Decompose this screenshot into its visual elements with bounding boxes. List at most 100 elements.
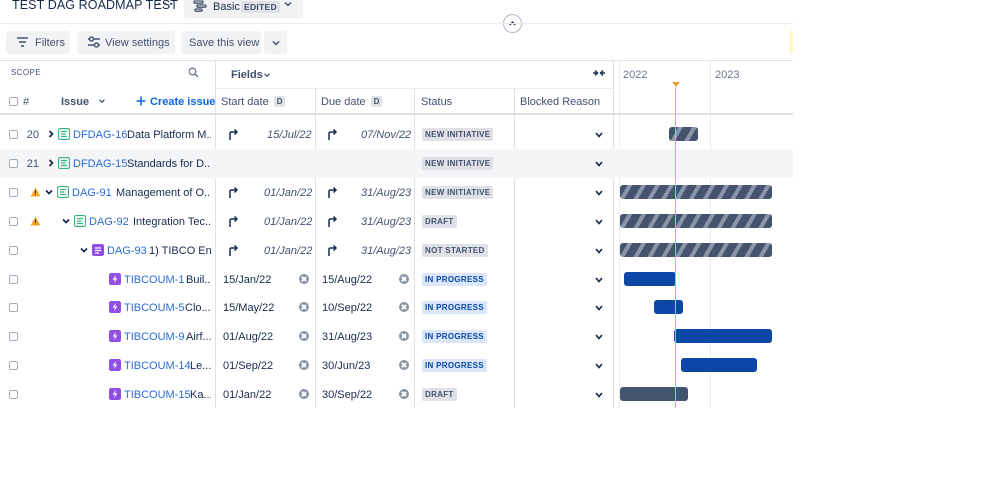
- chevron-down-icon[interactable]: [595, 248, 603, 254]
- chevron-down-icon[interactable]: [80, 246, 88, 254]
- chevron-down-icon[interactable]: [595, 190, 603, 196]
- chevron-down-icon[interactable]: [595, 161, 603, 167]
- issue-key-link[interactable]: DAG-93: [107, 245, 147, 257]
- row-checkbox[interactable]: [9, 275, 18, 284]
- row-checkbox[interactable]: [9, 303, 18, 312]
- save-options-button[interactable]: [264, 31, 287, 54]
- chevron-down-icon[interactable]: [595, 392, 603, 398]
- issue-key-link[interactable]: TIBCOUM-15: [124, 389, 191, 401]
- warning-icon[interactable]: [30, 187, 41, 197]
- due-date-value[interactable]: 07/Nov/22: [361, 129, 411, 141]
- column-header-status[interactable]: Status: [421, 96, 452, 108]
- due-date-value[interactable]: 31/Aug/23: [322, 331, 372, 343]
- clear-date-icon[interactable]: [299, 302, 309, 312]
- clear-date-icon[interactable]: [399, 331, 409, 341]
- collapse-fields-icon[interactable]: [592, 68, 606, 78]
- chevron-down-icon[interactable]: [595, 363, 603, 369]
- issue-key-link[interactable]: TIBCOUM-9: [124, 331, 185, 343]
- search-icon[interactable]: [188, 67, 199, 78]
- issue-key-link[interactable]: DAG-91: [72, 187, 112, 199]
- timeline-bar[interactable]: [681, 358, 757, 372]
- clear-date-icon[interactable]: [399, 302, 409, 312]
- chevron-down-icon[interactable]: [595, 277, 603, 283]
- row-checkbox[interactable]: [9, 361, 18, 370]
- column-header-due-date[interactable]: Due date D: [321, 96, 383, 108]
- status-badge[interactable]: IN PROGRESS: [422, 301, 487, 314]
- timeline-bar[interactable]: [654, 300, 683, 314]
- chevron-down-icon[interactable]: [595, 219, 603, 225]
- start-date-value[interactable]: 01/Sep/22: [223, 360, 273, 372]
- chevron-down-icon[interactable]: [62, 217, 70, 225]
- column-header-start-date[interactable]: Start date D: [221, 96, 286, 108]
- issue-summary[interactable]: Integration Tec...: [133, 216, 211, 228]
- clear-date-icon[interactable]: [299, 331, 309, 341]
- timeline-bar[interactable]: [674, 329, 772, 343]
- view-settings-button[interactable]: View settings: [77, 31, 175, 54]
- select-all-checkbox[interactable]: [9, 97, 18, 106]
- status-badge[interactable]: IN PROGRESS: [422, 330, 487, 343]
- filters-button[interactable]: Filters: [6, 31, 70, 54]
- column-header-blocked-reason[interactable]: Blocked Reason: [520, 96, 600, 108]
- due-date-value[interactable]: 31/Aug/23: [361, 245, 411, 257]
- status-badge[interactable]: DRAFT: [422, 215, 457, 228]
- warning-icon[interactable]: [30, 216, 41, 226]
- row-checkbox[interactable]: [9, 246, 18, 255]
- timeline-bar[interactable]: [669, 127, 698, 141]
- start-date-value[interactable]: 01/Aug/22: [223, 331, 273, 343]
- timeline-bar[interactable]: [620, 185, 772, 199]
- start-date-value[interactable]: 01/Jan/22: [264, 216, 312, 228]
- row-checkbox[interactable]: [9, 390, 18, 399]
- start-date-value[interactable]: 15/Jul/22: [267, 129, 312, 141]
- chevron-down-icon[interactable]: [595, 132, 603, 138]
- chevron-right-icon[interactable]: [47, 159, 55, 167]
- issue-summary[interactable]: Airf...: [186, 331, 211, 343]
- issue-key-link[interactable]: TIBCOUM-1: [124, 274, 185, 286]
- save-view-button[interactable]: Save this view: [181, 31, 261, 54]
- clear-date-icon[interactable]: [299, 389, 309, 399]
- chevron-right-icon[interactable]: [47, 130, 55, 138]
- row-checkbox[interactable]: [9, 159, 18, 168]
- timeline-bar[interactable]: [620, 214, 772, 228]
- row-checkbox[interactable]: [9, 130, 18, 139]
- issue-summary[interactable]: Le...: [190, 360, 211, 372]
- clear-date-icon[interactable]: [399, 274, 409, 284]
- status-badge[interactable]: NEW INITIATIVE: [422, 186, 494, 199]
- start-date-value[interactable]: 01/Jan/22: [264, 187, 312, 199]
- issue-key-link[interactable]: DFDAG-15: [73, 158, 127, 170]
- status-badge[interactable]: DRAFT: [422, 388, 457, 401]
- due-date-value[interactable]: 30/Sep/22: [322, 389, 372, 401]
- status-badge[interactable]: NEW INITIATIVE: [422, 157, 494, 170]
- status-badge[interactable]: NEW INITIATIVE: [422, 128, 494, 141]
- status-badge[interactable]: IN PROGRESS: [422, 273, 487, 286]
- due-date-value[interactable]: 30/Jun/23: [322, 360, 370, 372]
- issue-summary[interactable]: Buil...: [186, 274, 211, 286]
- start-date-value[interactable]: 15/Jan/22: [223, 274, 271, 286]
- start-date-value[interactable]: 01/Jan/22: [264, 245, 312, 257]
- column-header-issue[interactable]: Issue: [61, 96, 106, 108]
- clear-date-icon[interactable]: [399, 360, 409, 370]
- issue-summary[interactable]: Standards for D...: [127, 158, 211, 170]
- issue-summary[interactable]: Clo...: [185, 302, 211, 314]
- row-checkbox[interactable]: [9, 188, 18, 197]
- issue-key-link[interactable]: DFDAG-16: [73, 129, 127, 141]
- clear-date-icon[interactable]: [299, 274, 309, 284]
- issue-key-link[interactable]: DAG-92: [89, 216, 129, 228]
- status-badge[interactable]: NOT STARTED: [422, 244, 488, 257]
- timeline-bar[interactable]: [624, 272, 676, 286]
- chevron-down-icon[interactable]: [595, 334, 603, 340]
- issue-summary[interactable]: Data Platform M...: [127, 129, 211, 141]
- view-selector[interactable]: Basic EDITED: [184, 0, 303, 18]
- clear-date-icon[interactable]: [299, 360, 309, 370]
- due-date-value[interactable]: 10/Sep/22: [322, 302, 372, 314]
- due-date-value[interactable]: 15/Aug/22: [322, 274, 372, 286]
- timeline-bar[interactable]: [620, 243, 772, 257]
- fields-button[interactable]: Fields: [231, 69, 270, 81]
- more-actions-button[interactable]: ···: [157, 0, 175, 13]
- issue-summary[interactable]: 1) TIBCO En...: [149, 245, 211, 257]
- chevron-down-icon[interactable]: [595, 305, 603, 311]
- issue-key-link[interactable]: TIBCOUM-14: [124, 360, 191, 372]
- create-issue-button[interactable]: Create issue: [136, 96, 215, 108]
- issue-summary[interactable]: Ka...: [190, 389, 211, 401]
- issue-key-link[interactable]: TIBCOUM-5: [124, 302, 185, 314]
- start-date-value[interactable]: 01/Jan/22: [223, 389, 271, 401]
